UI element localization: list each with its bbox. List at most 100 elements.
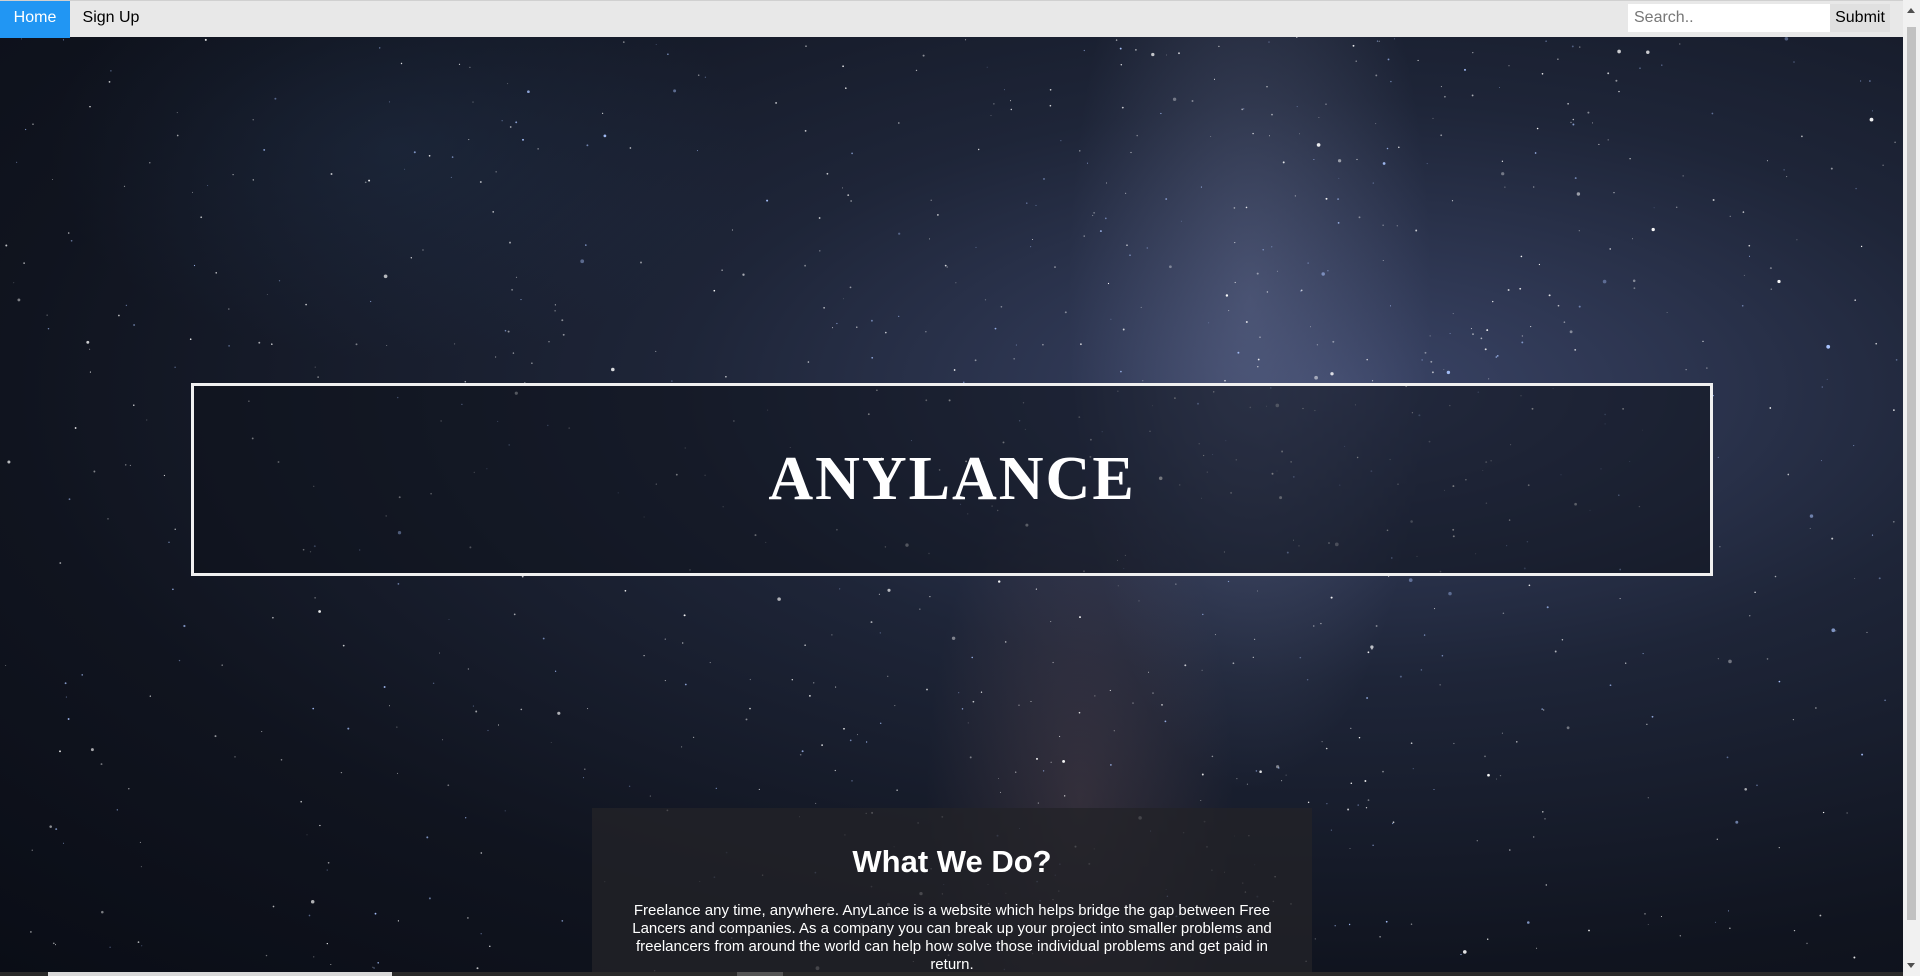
star <box>849 739 852 742</box>
star <box>89 105 91 108</box>
star <box>980 691 983 693</box>
star <box>509 241 511 244</box>
star <box>965 39 967 41</box>
star <box>1225 294 1229 297</box>
star <box>1227 580 1230 583</box>
star <box>90 748 94 752</box>
star <box>1178 52 1180 55</box>
star <box>1366 697 1369 699</box>
star <box>1869 117 1874 122</box>
star <box>1379 935 1381 938</box>
star <box>640 261 642 264</box>
vertical-scrollbar-thumb[interactable] <box>1907 27 1916 920</box>
star <box>974 359 977 362</box>
horizontal-scrollbar[interactable] <box>0 972 1903 976</box>
star <box>1366 358 1368 361</box>
star <box>1502 612 1505 614</box>
star <box>1130 151 1132 154</box>
star <box>849 286 852 289</box>
star <box>149 695 151 697</box>
star <box>174 366 176 368</box>
scroll-up-arrow-icon[interactable] <box>1907 8 1915 13</box>
star <box>67 232 70 234</box>
star <box>894 705 896 707</box>
star <box>1120 370 1122 373</box>
star <box>1321 741 1323 743</box>
star <box>373 967 375 969</box>
star <box>377 962 379 964</box>
star <box>713 289 716 292</box>
star <box>870 621 873 624</box>
star <box>1766 658 1769 660</box>
search-input[interactable] <box>1628 4 1830 32</box>
star <box>1439 684 1441 686</box>
star <box>1607 72 1610 75</box>
star <box>1444 95 1446 98</box>
star <box>1557 304 1560 307</box>
star <box>984 299 987 301</box>
star <box>32 123 34 125</box>
star <box>834 769 836 772</box>
star <box>1357 804 1359 806</box>
star <box>49 825 52 828</box>
star <box>709 662 711 664</box>
star <box>1496 355 1499 357</box>
star <box>561 920 564 922</box>
submit-button[interactable]: Submit <box>1830 4 1890 32</box>
star <box>1742 211 1745 213</box>
star <box>1853 956 1856 959</box>
star <box>1042 343 1044 346</box>
star <box>1826 344 1831 349</box>
star <box>428 154 431 157</box>
star <box>1801 135 1803 138</box>
star <box>1316 344 1319 346</box>
star <box>432 682 435 684</box>
star <box>1003 89 1005 91</box>
star <box>1792 718 1795 721</box>
star <box>1470 328 1472 330</box>
star <box>1030 246 1032 248</box>
nav-home-link[interactable]: Home <box>0 1 70 38</box>
star <box>1854 299 1856 301</box>
star <box>1526 921 1530 924</box>
scroll-down-arrow-icon[interactable] <box>1907 963 1915 968</box>
star <box>1200 799 1202 801</box>
star <box>1893 409 1895 411</box>
star <box>400 62 403 65</box>
star <box>389 705 390 707</box>
star <box>937 214 939 216</box>
star <box>101 910 104 914</box>
star <box>819 250 821 252</box>
star <box>1392 821 1395 824</box>
star <box>495 171 497 173</box>
star <box>961 708 964 710</box>
star <box>1571 45 1574 48</box>
star <box>232 173 234 176</box>
star <box>1546 606 1549 609</box>
star <box>1410 923 1413 925</box>
star <box>5 664 7 666</box>
star <box>1748 255 1751 257</box>
star <box>383 686 386 688</box>
star <box>1830 167 1833 170</box>
star <box>1566 726 1570 730</box>
star <box>215 272 217 274</box>
star <box>1441 654 1444 657</box>
nav-signup-link[interactable]: Sign Up <box>70 1 152 38</box>
vertical-scrollbar[interactable] <box>1903 0 1920 976</box>
horizontal-scrollbar-thumb[interactable] <box>48 972 392 976</box>
star <box>17 298 21 302</box>
star <box>1440 134 1443 137</box>
star <box>1385 920 1388 923</box>
star <box>1508 65 1510 67</box>
star <box>1365 807 1368 809</box>
star <box>1766 160 1768 162</box>
star <box>467 917 469 919</box>
star <box>1831 537 1834 540</box>
star <box>922 54 925 57</box>
star <box>15 161 18 164</box>
star <box>1820 460 1822 462</box>
star <box>133 324 136 326</box>
star <box>1321 272 1325 276</box>
star <box>554 309 556 312</box>
